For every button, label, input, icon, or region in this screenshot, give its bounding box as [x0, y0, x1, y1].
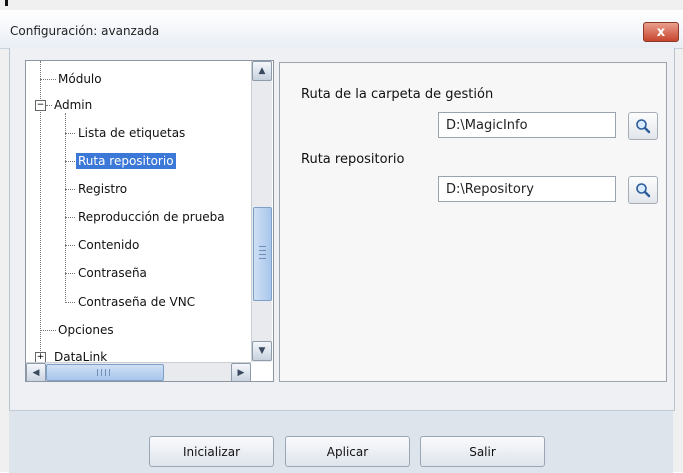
tree-vertical-scrollbar[interactable]: ▲ ▼ [251, 61, 272, 362]
tree-item-label: Reproducción de prueba [78, 210, 225, 224]
repository-path-label: Ruta repositorio [301, 152, 405, 167]
tree-item-label: Contenido [78, 238, 140, 252]
tree-item-label: Contraseña [78, 266, 147, 280]
scroll-down-arrow-icon[interactable]: ▼ [252, 341, 272, 361]
tree-item-label: Contraseña de VNC [78, 295, 196, 309]
tree-item-contrasena-vnc[interactable]: Contraseña de VNC [65, 292, 195, 312]
management-path-label: Ruta de la carpeta de gestión [301, 87, 494, 102]
tree-item-label: Módulo [58, 72, 102, 86]
tree-horizontal-scrollbar[interactable]: ◀ ▶ [26, 362, 251, 381]
vertical-scroll-thumb[interactable] [253, 207, 272, 301]
grip-line [109, 369, 110, 376]
settings-window: Configuración: avanzada x Módulo − Admin… [0, 0, 683, 473]
tree-item-reproduccion-prueba[interactable]: Reproducción de prueba [65, 207, 225, 227]
scroll-left-arrow-icon[interactable]: ◀ [26, 363, 46, 381]
magnifier-icon [636, 183, 651, 198]
exit-button[interactable]: Salir [420, 436, 545, 467]
reset-button[interactable]: Inicializar [149, 436, 274, 467]
tree-connector [46, 105, 52, 106]
tree-connector [40, 330, 56, 331]
tree-item-opciones[interactable]: Opciones [40, 320, 114, 340]
settings-tree: Módulo − Admin Lista de etiquetas Ruta r… [25, 60, 274, 382]
grip-line [105, 369, 106, 376]
grip-line [97, 369, 98, 376]
window-title: Configuración: avanzada [10, 24, 160, 38]
browse-management-button[interactable] [628, 112, 658, 140]
tree-connector [65, 161, 75, 162]
tree-connector [65, 189, 75, 190]
apply-button[interactable]: Aplicar [285, 436, 410, 467]
horizontal-scroll-thumb[interactable] [46, 364, 164, 381]
tree-item-contenido[interactable]: Contenido [65, 235, 139, 255]
tree-item-label: Registro [78, 182, 128, 196]
tree-connector [65, 245, 75, 246]
tree-connector [40, 79, 56, 80]
tree-item-contrasena[interactable]: Contraseña [65, 263, 147, 283]
tree-item-label: Admin [54, 98, 93, 112]
grip-line [101, 369, 102, 376]
tree-item-registro[interactable]: Registro [65, 179, 127, 199]
tree-item-ruta-repositorio[interactable]: Ruta repositorio [65, 151, 176, 171]
magnifier-icon [636, 119, 651, 134]
tree-item-admin[interactable]: − Admin [32, 95, 92, 115]
scroll-up-arrow-icon[interactable]: ▲ [252, 61, 272, 81]
tree-connector [65, 217, 75, 218]
tree-connector [65, 302, 75, 303]
corner-marker [5, 0, 8, 6]
grip-line [259, 246, 266, 247]
management-path-field[interactable]: D:\MagicInfo [438, 112, 616, 138]
collapse-icon[interactable]: − [35, 100, 46, 111]
browse-repository-button[interactable] [628, 176, 658, 204]
grip-line [259, 250, 266, 251]
tree-item-label: Lista de etiquetas [78, 126, 186, 140]
repository-path-field[interactable]: D:\Repository [438, 176, 616, 202]
tree-connector [65, 133, 75, 134]
grip-line [259, 258, 266, 259]
close-button[interactable]: x [643, 22, 679, 42]
title-bar[interactable]: Configuración: avanzada x [0, 10, 683, 49]
tree-connector [65, 273, 75, 274]
settings-panel: Ruta de la carpeta de gestión D:\MagicIn… [279, 62, 667, 382]
tree-item-lista-etiquetas[interactable]: Lista de etiquetas [65, 123, 185, 143]
grip-line [259, 254, 266, 255]
tree-item-label: Opciones [58, 323, 114, 337]
scroll-right-arrow-icon[interactable]: ▶ [231, 363, 251, 381]
tree-item-label: Ruta repositorio [76, 153, 176, 169]
tree-item-modulo[interactable]: Módulo [40, 69, 102, 89]
